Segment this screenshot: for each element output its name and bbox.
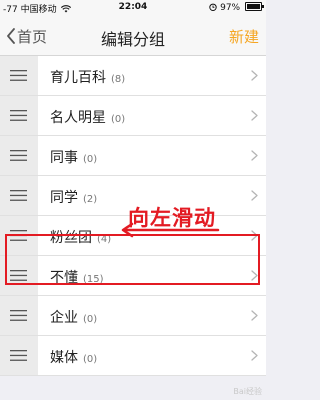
battery-percentage: 97%: [220, 3, 241, 13]
page-title: 编辑分组: [100, 30, 165, 49]
new-group-button[interactable]: 新建: [229, 26, 259, 47]
drag-handle-icon: [10, 310, 27, 321]
drag-handle[interactable]: [0, 56, 38, 95]
chevron-right-icon[interactable]: [251, 110, 258, 121]
group-row[interactable]: 名人明星 (0): [0, 96, 266, 136]
highlight-box: [5, 234, 260, 285]
group-name-cell: 名人明星 (0): [50, 107, 125, 127]
chevron-right-icon[interactable]: [251, 310, 258, 321]
drag-handle[interactable]: [0, 336, 38, 375]
group-row[interactable]: 育儿百科 (8): [0, 56, 266, 96]
navigation-bar: 首页 编辑分组 新建: [0, 16, 266, 56]
group-count: (0): [83, 314, 98, 325]
battery-fill: [247, 4, 260, 9]
group-name: 企业: [50, 310, 78, 326]
group-name-cell: 媒体 (0): [50, 347, 97, 367]
group-name: 同事: [50, 150, 78, 166]
group-count: (0): [83, 154, 98, 165]
drag-handle-icon: [10, 350, 27, 361]
group-name: 媒体: [50, 350, 78, 366]
drag-handle-icon: [10, 110, 27, 121]
drag-handle[interactable]: [0, 296, 38, 335]
group-name: 名人明星: [50, 110, 106, 126]
drag-handle[interactable]: [0, 96, 38, 135]
screen: -77 中国移动 22:04 97% 首页 编辑分组 新建 育儿百科 (8) 名…: [0, 0, 266, 400]
chevron-right-icon[interactable]: [251, 70, 258, 81]
group-row[interactable]: 企业 (0): [0, 296, 266, 336]
group-count: (0): [83, 354, 98, 365]
chevron-right-icon[interactable]: [251, 190, 258, 201]
status-right: 97%: [209, 2, 264, 13]
group-count: (8): [111, 74, 126, 85]
watermark: Bai经验: [233, 387, 262, 396]
chevron-right-icon[interactable]: [251, 350, 258, 361]
group-name: 育儿百科: [50, 70, 106, 86]
chevron-right-icon[interactable]: [251, 150, 258, 161]
alarm-icon: [209, 3, 217, 12]
status-bar: -77 中国移动 22:04 97%: [0, 0, 266, 16]
drag-handle-icon: [10, 150, 27, 161]
group-name-cell: 同学 (2): [50, 187, 97, 207]
group-name-cell: 育儿百科 (8): [50, 67, 125, 87]
drag-handle-icon: [10, 190, 27, 201]
battery-icon: [245, 2, 264, 11]
group-count: (0): [111, 114, 126, 125]
drag-handle-icon: [10, 70, 27, 81]
drag-handle[interactable]: [0, 136, 38, 175]
group-count: (2): [83, 194, 98, 205]
group-row[interactable]: 同事 (0): [0, 136, 266, 176]
group-name-cell: 企业 (0): [50, 307, 97, 327]
group-row[interactable]: 媒体 (0): [0, 336, 266, 376]
group-name: 同学: [50, 190, 78, 206]
drag-handle[interactable]: [0, 176, 38, 215]
group-name-cell: 同事 (0): [50, 147, 97, 167]
